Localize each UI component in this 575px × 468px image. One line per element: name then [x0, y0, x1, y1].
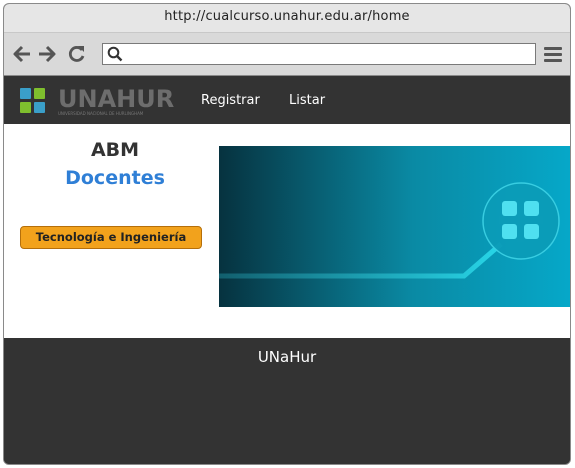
browser-window: http://cualcurso.unahur.edu.ar/home UNAH…	[3, 3, 571, 465]
window-title-url: http://cualcurso.unahur.edu.ar/home	[164, 9, 410, 24]
browser-toolbar	[4, 33, 570, 76]
title-bar: http://cualcurso.unahur.edu.ar/home	[4, 4, 570, 33]
site-navbar: UNAHUR UNIVERSIDAD NACIONAL DE HURLINGHA…	[4, 76, 570, 124]
site-footer: UNaHur	[4, 338, 570, 464]
logo-subtext: UNIVERSIDAD NACIONAL DE HURLINGHAM	[58, 111, 144, 116]
main-content: ABM Docentes Tecnología e Ingeniería	[4, 124, 570, 338]
address-bar[interactable]	[102, 43, 536, 65]
reload-icon[interactable]	[67, 44, 87, 64]
hero-banner-image	[219, 146, 570, 307]
logo-text: UNAHUR	[58, 85, 175, 113]
arrow-right-icon[interactable]	[37, 44, 57, 64]
logo-mark-icon	[18, 87, 48, 115]
footer-text: UNaHur	[257, 348, 317, 366]
page-subtitle: Docentes	[65, 167, 165, 189]
nav-link-listar[interactable]: Listar	[289, 93, 325, 108]
unahur-logo[interactable]: UNAHUR UNIVERSIDAD NACIONAL DE HURLINGHA…	[18, 85, 178, 117]
category-badge[interactable]: Tecnología e Ingeniería	[20, 226, 202, 249]
search-icon	[107, 46, 123, 62]
hamburger-menu-icon[interactable]	[544, 47, 562, 63]
nav-link-registrar[interactable]: Registrar	[201, 93, 260, 108]
arrow-left-icon[interactable]	[12, 44, 32, 64]
page-title: ABM	[90, 139, 140, 161]
